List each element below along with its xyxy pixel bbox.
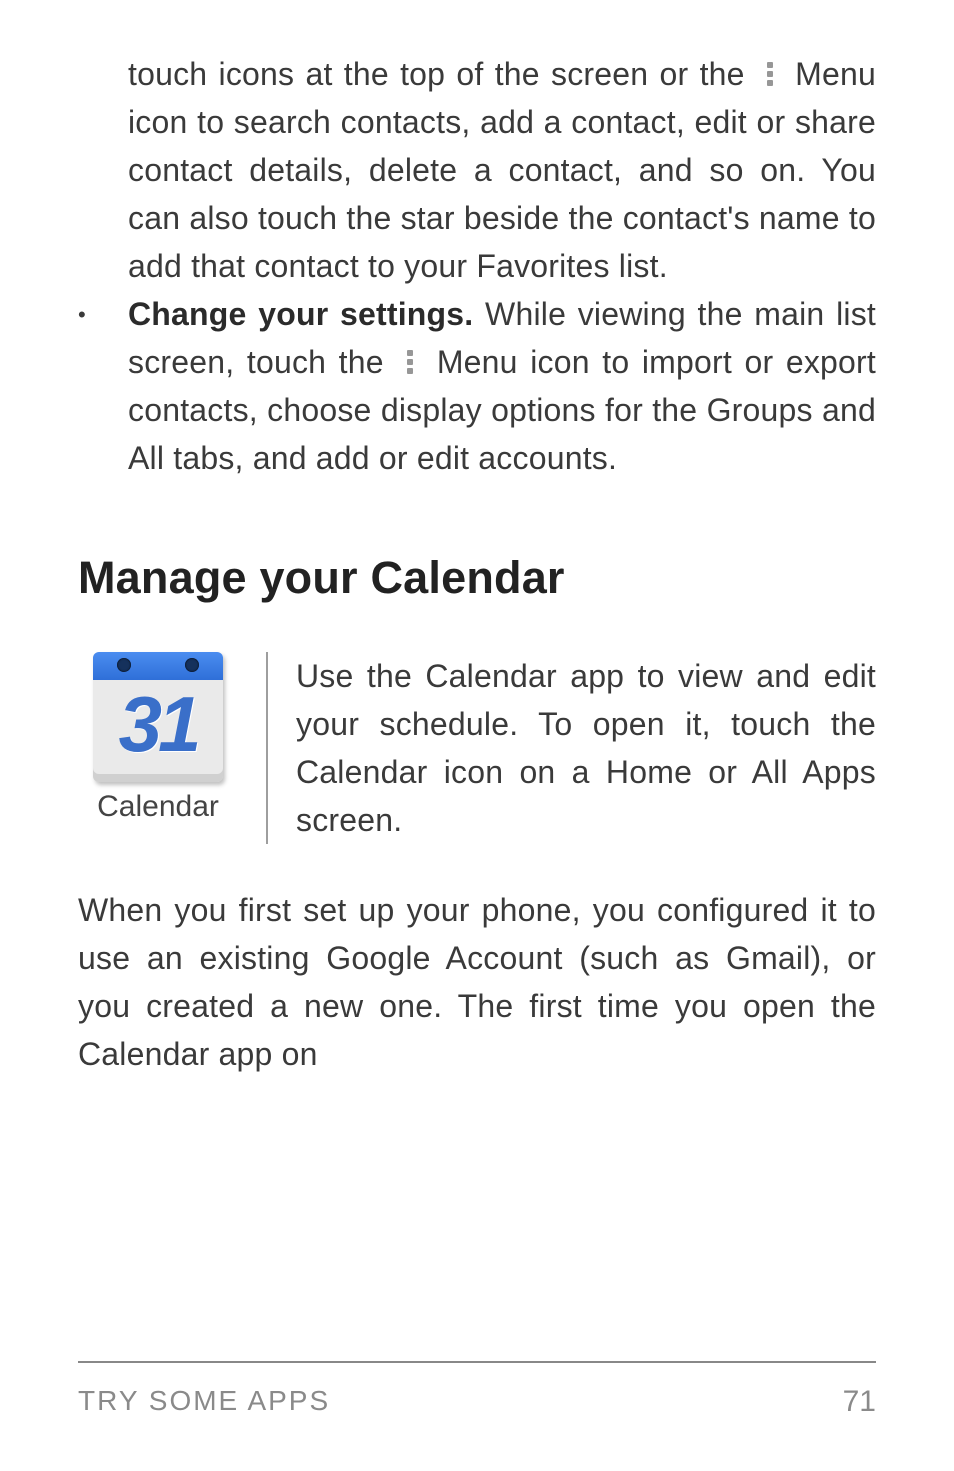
overflow-menu-icon	[760, 60, 780, 88]
calendar-intro-text: Use the Calendar app to view and edit yo…	[268, 652, 876, 844]
overflow-menu-icon	[400, 348, 420, 376]
continuation-paragraph: touch icons at the top of the screen or …	[128, 50, 876, 290]
calendar-icon-number: 31	[93, 676, 223, 772]
section-heading: Manage your Calendar	[78, 552, 876, 604]
calendar-icon-block: 31 Calendar	[78, 652, 268, 844]
bullet-heading: Change your settings.	[128, 296, 473, 332]
text: touch icons at the top of the screen or …	[128, 56, 756, 92]
calendar-setup-paragraph: When you first set up your phone, you co…	[78, 886, 876, 1078]
bullet-marker: •	[78, 290, 128, 482]
bullet-body: Change your settings. While viewing the …	[128, 290, 876, 482]
page-footer: TRY SOME APPS 71	[78, 1361, 876, 1419]
calendar-intro-row: 31 Calendar Use the Calendar app to view…	[78, 652, 876, 844]
footer-section-label: TRY SOME APPS	[78, 1385, 330, 1419]
footer-page-number: 71	[843, 1385, 876, 1419]
calendar-icon-caption: Calendar	[78, 790, 238, 824]
calendar-icon: 31	[93, 652, 223, 782]
bullet-item-change-settings: • Change your settings. While viewing th…	[78, 290, 876, 482]
